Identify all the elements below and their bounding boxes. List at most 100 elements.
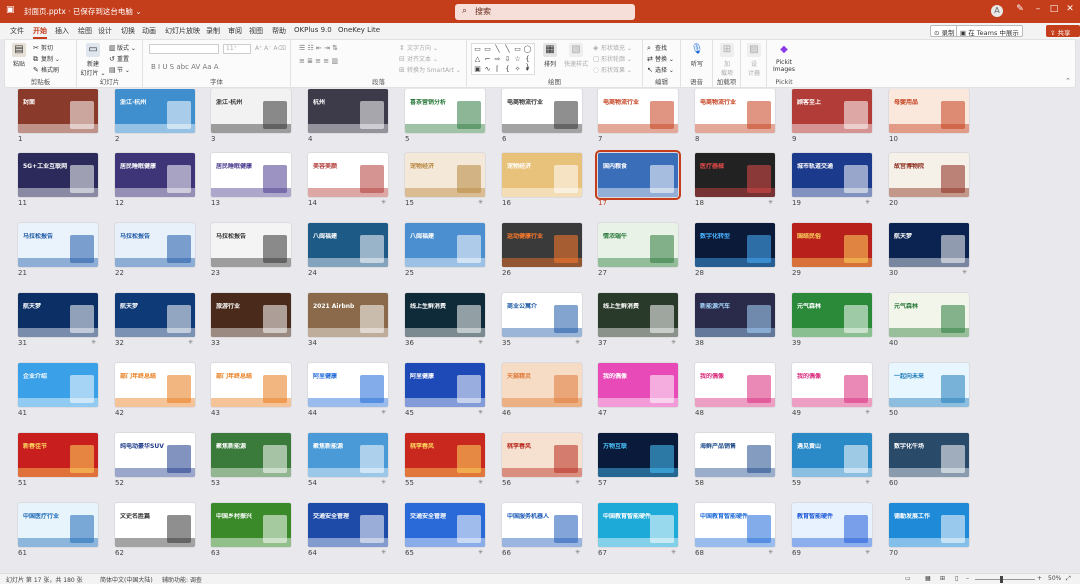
slide-thumbnail-28[interactable]: 数字化转型	[695, 223, 775, 267]
slide-thumbnail-41[interactable]: 企业介绍	[18, 363, 98, 407]
slide-thumbnail-59[interactable]: 遇见黄山	[792, 433, 872, 477]
tab-11[interactable]: 帮助	[272, 26, 286, 36]
slide-thumbnail-57[interactable]: 万物互联	[598, 433, 678, 477]
slide-thumbnail-43[interactable]: 部门年终总结	[211, 363, 291, 407]
tab-10[interactable]: 视图	[249, 26, 263, 36]
slide-thumbnail-40[interactable]: 元气森林	[889, 293, 969, 337]
shape-fill-button[interactable]: ◈ 形状填充 ⌄	[593, 43, 632, 52]
slide-thumbnail-15[interactable]: 宠物经济	[405, 153, 485, 197]
new-slide-button[interactable]: ▭ 新建 幻灯片 ⌄	[80, 43, 106, 77]
slide-thumbnail-8[interactable]: 电商物流行业	[695, 89, 775, 133]
transition-star-icon[interactable]: ✳	[671, 549, 676, 556]
brace-shape-icon[interactable]: {	[503, 65, 512, 73]
transition-star-icon[interactable]: ✳	[575, 479, 580, 486]
align-text-button[interactable]: ⊟ 对齐文本 ⌄	[399, 54, 438, 63]
slide-thumbnail-20[interactable]: 故宫博物院	[889, 153, 969, 197]
slide-thumbnail-30[interactable]: 航天梦	[889, 223, 969, 267]
slide-thumbnail-69[interactable]: 教育智能硬件	[792, 503, 872, 547]
slide-thumbnail-23[interactable]: 马拉松报告	[211, 223, 291, 267]
slide-thumbnail-14[interactable]: 美容美颜	[308, 153, 388, 197]
tab-3[interactable]: 绘图	[78, 26, 92, 36]
minimize-icon[interactable]: –	[1030, 4, 1046, 14]
section-button[interactable]: ▤节 ⌄	[109, 65, 130, 74]
tab-13[interactable]: OneKey Lite	[338, 26, 380, 34]
slide-thumbnail-50[interactable]: 一起向未来	[889, 363, 969, 407]
transition-star-icon[interactable]: ✳	[962, 269, 967, 276]
record-button[interactable]: ⊙ 录制	[930, 25, 959, 37]
slide-thumbnail-58[interactable]: 海鲜产品销售	[695, 433, 775, 477]
slide-thumbnail-63[interactable]: 中国乡村振兴	[211, 503, 291, 547]
slide-thumbnail-29[interactable]: 国结民俗	[792, 223, 872, 267]
transition-star-icon[interactable]: ✳	[865, 409, 870, 416]
transition-star-icon[interactable]: ✳	[478, 409, 483, 416]
text-direction-button[interactable]: ⇕ 文字方向 ⌄	[399, 43, 438, 52]
align-buttons-icon[interactable]: ≡ ≣ ≡ ≡ ▥	[299, 57, 338, 65]
slide-thumbnail-7[interactable]: 电商物流行业	[598, 89, 678, 133]
slide-thumbnail-65[interactable]: 交通安全管理	[405, 503, 485, 547]
slide-thumbnail-60[interactable]: 数字化牛场	[889, 433, 969, 477]
tab-2[interactable]: 插入	[55, 26, 69, 36]
bracket-shape-icon[interactable]: ⌈	[493, 65, 502, 73]
transition-star-icon[interactable]: ✳	[188, 339, 193, 346]
designer-button[interactable]: ▨ 设 计器	[743, 43, 765, 77]
zoom-out-icon[interactable]: –	[966, 575, 969, 582]
cube-shape-icon[interactable]: ▣	[473, 65, 482, 73]
zoom-in-icon[interactable]: +	[1037, 575, 1042, 582]
sorter-view-icon[interactable]: ⊞	[940, 575, 945, 582]
slide-thumbnail-12[interactable]: 居民睡眠健康	[115, 153, 195, 197]
transition-star-icon[interactable]: ✳	[865, 479, 870, 486]
slide-thumbnail-52[interactable]: 纯电动豪华SUV	[115, 433, 195, 477]
layout-button[interactable]: ▥版式 ⌄	[109, 43, 136, 52]
slide-thumbnail-32[interactable]: 航天梦	[115, 293, 195, 337]
normal-view-icon[interactable]: ▦	[925, 575, 931, 582]
tab-7[interactable]: 幻灯片放映	[165, 26, 200, 36]
rect-shape-icon[interactable]: ▭	[513, 45, 522, 53]
transition-star-icon[interactable]: ✳	[575, 339, 580, 346]
tab-1[interactable]: 开始	[33, 26, 47, 39]
oval-shape-icon[interactable]: ◯	[523, 45, 532, 53]
format-painter-button[interactable]: ✎ 格式刷	[33, 65, 59, 74]
more-shapes-icon[interactable]: ▾	[523, 65, 532, 73]
font-name-input[interactable]	[149, 44, 219, 54]
slide-thumbnail-47[interactable]: 我的偶像	[598, 363, 678, 407]
transition-star-icon[interactable]: ✳	[865, 199, 870, 206]
slide-thumbnail-70[interactable]: 德勤发展工作	[889, 503, 969, 547]
slide-thumbnail-36[interactable]: 线上生鲜消费	[405, 293, 485, 337]
slide-thumbnail-56[interactable]: 桃李春风	[502, 433, 582, 477]
teams-present-button[interactable]: ▣ 在 Teams 中展示	[956, 25, 1023, 37]
tab-4[interactable]: 设计	[98, 26, 112, 36]
arrange-button[interactable]: ▦ 排列	[539, 43, 561, 68]
zoom-level[interactable]: 50%	[1048, 575, 1061, 582]
corner-shape-icon[interactable]: ⌐	[483, 55, 492, 63]
tab-0[interactable]: 文件	[10, 26, 24, 36]
transition-star-icon[interactable]: ✳	[381, 549, 386, 556]
slide-thumbnail-4[interactable]: 杭州	[308, 89, 388, 133]
copy-button[interactable]: ⧉ 复制 ⌄	[33, 54, 60, 64]
slide-thumbnail-38[interactable]: 新能源汽车	[695, 293, 775, 337]
zoom-slider[interactable]	[975, 579, 1035, 580]
notes-icon[interactable]: ▭	[905, 575, 911, 582]
close-icon[interactable]: ✕	[1062, 4, 1078, 14]
transition-star-icon[interactable]: ✳	[575, 549, 580, 556]
slide-thumbnail-26[interactable]: 运动健康行业	[502, 223, 582, 267]
transition-star-icon[interactable]: ✳	[768, 199, 773, 206]
font-grow-buttons[interactable]: A⁺ A⁻ A⌫	[255, 45, 286, 52]
list-buttons-icon[interactable]: ☰ ☷ ⇤ ⇥ ⇅	[299, 44, 338, 52]
find-button[interactable]: ⌕ 查找	[647, 43, 667, 53]
slide-thumbnail-48[interactable]: 我的偶像	[695, 363, 775, 407]
transition-star-icon[interactable]: ✳	[91, 339, 96, 346]
dictate-button[interactable]: 🎙 听写	[686, 43, 708, 68]
fit-window-icon[interactable]: ⤢	[1066, 575, 1071, 583]
tab-12[interactable]: OKPlus 9.0	[294, 26, 332, 34]
quick-styles-button[interactable]: ▧ 快速样式	[563, 43, 589, 68]
slide-thumbnail-10[interactable]: 母婴用品	[889, 89, 969, 133]
slide-thumbnail-62[interactable]: 文史名胜篇	[115, 503, 195, 547]
shape-effect-button[interactable]: ◌ 形状效果 ⌄	[593, 65, 632, 74]
font-size-input[interactable]: 11⁺	[223, 44, 251, 54]
slide-thumbnail-66[interactable]: 中国服务机器人	[502, 503, 582, 547]
slide-thumbnail-9[interactable]: 顾客至上	[792, 89, 872, 133]
tab-9[interactable]: 审阅	[228, 26, 242, 36]
slide-thumbnail-1[interactable]: 封面	[18, 89, 98, 133]
zoom-thumb[interactable]	[1000, 576, 1003, 583]
slide-thumbnail-46[interactable]: 天猫精灵	[502, 363, 582, 407]
